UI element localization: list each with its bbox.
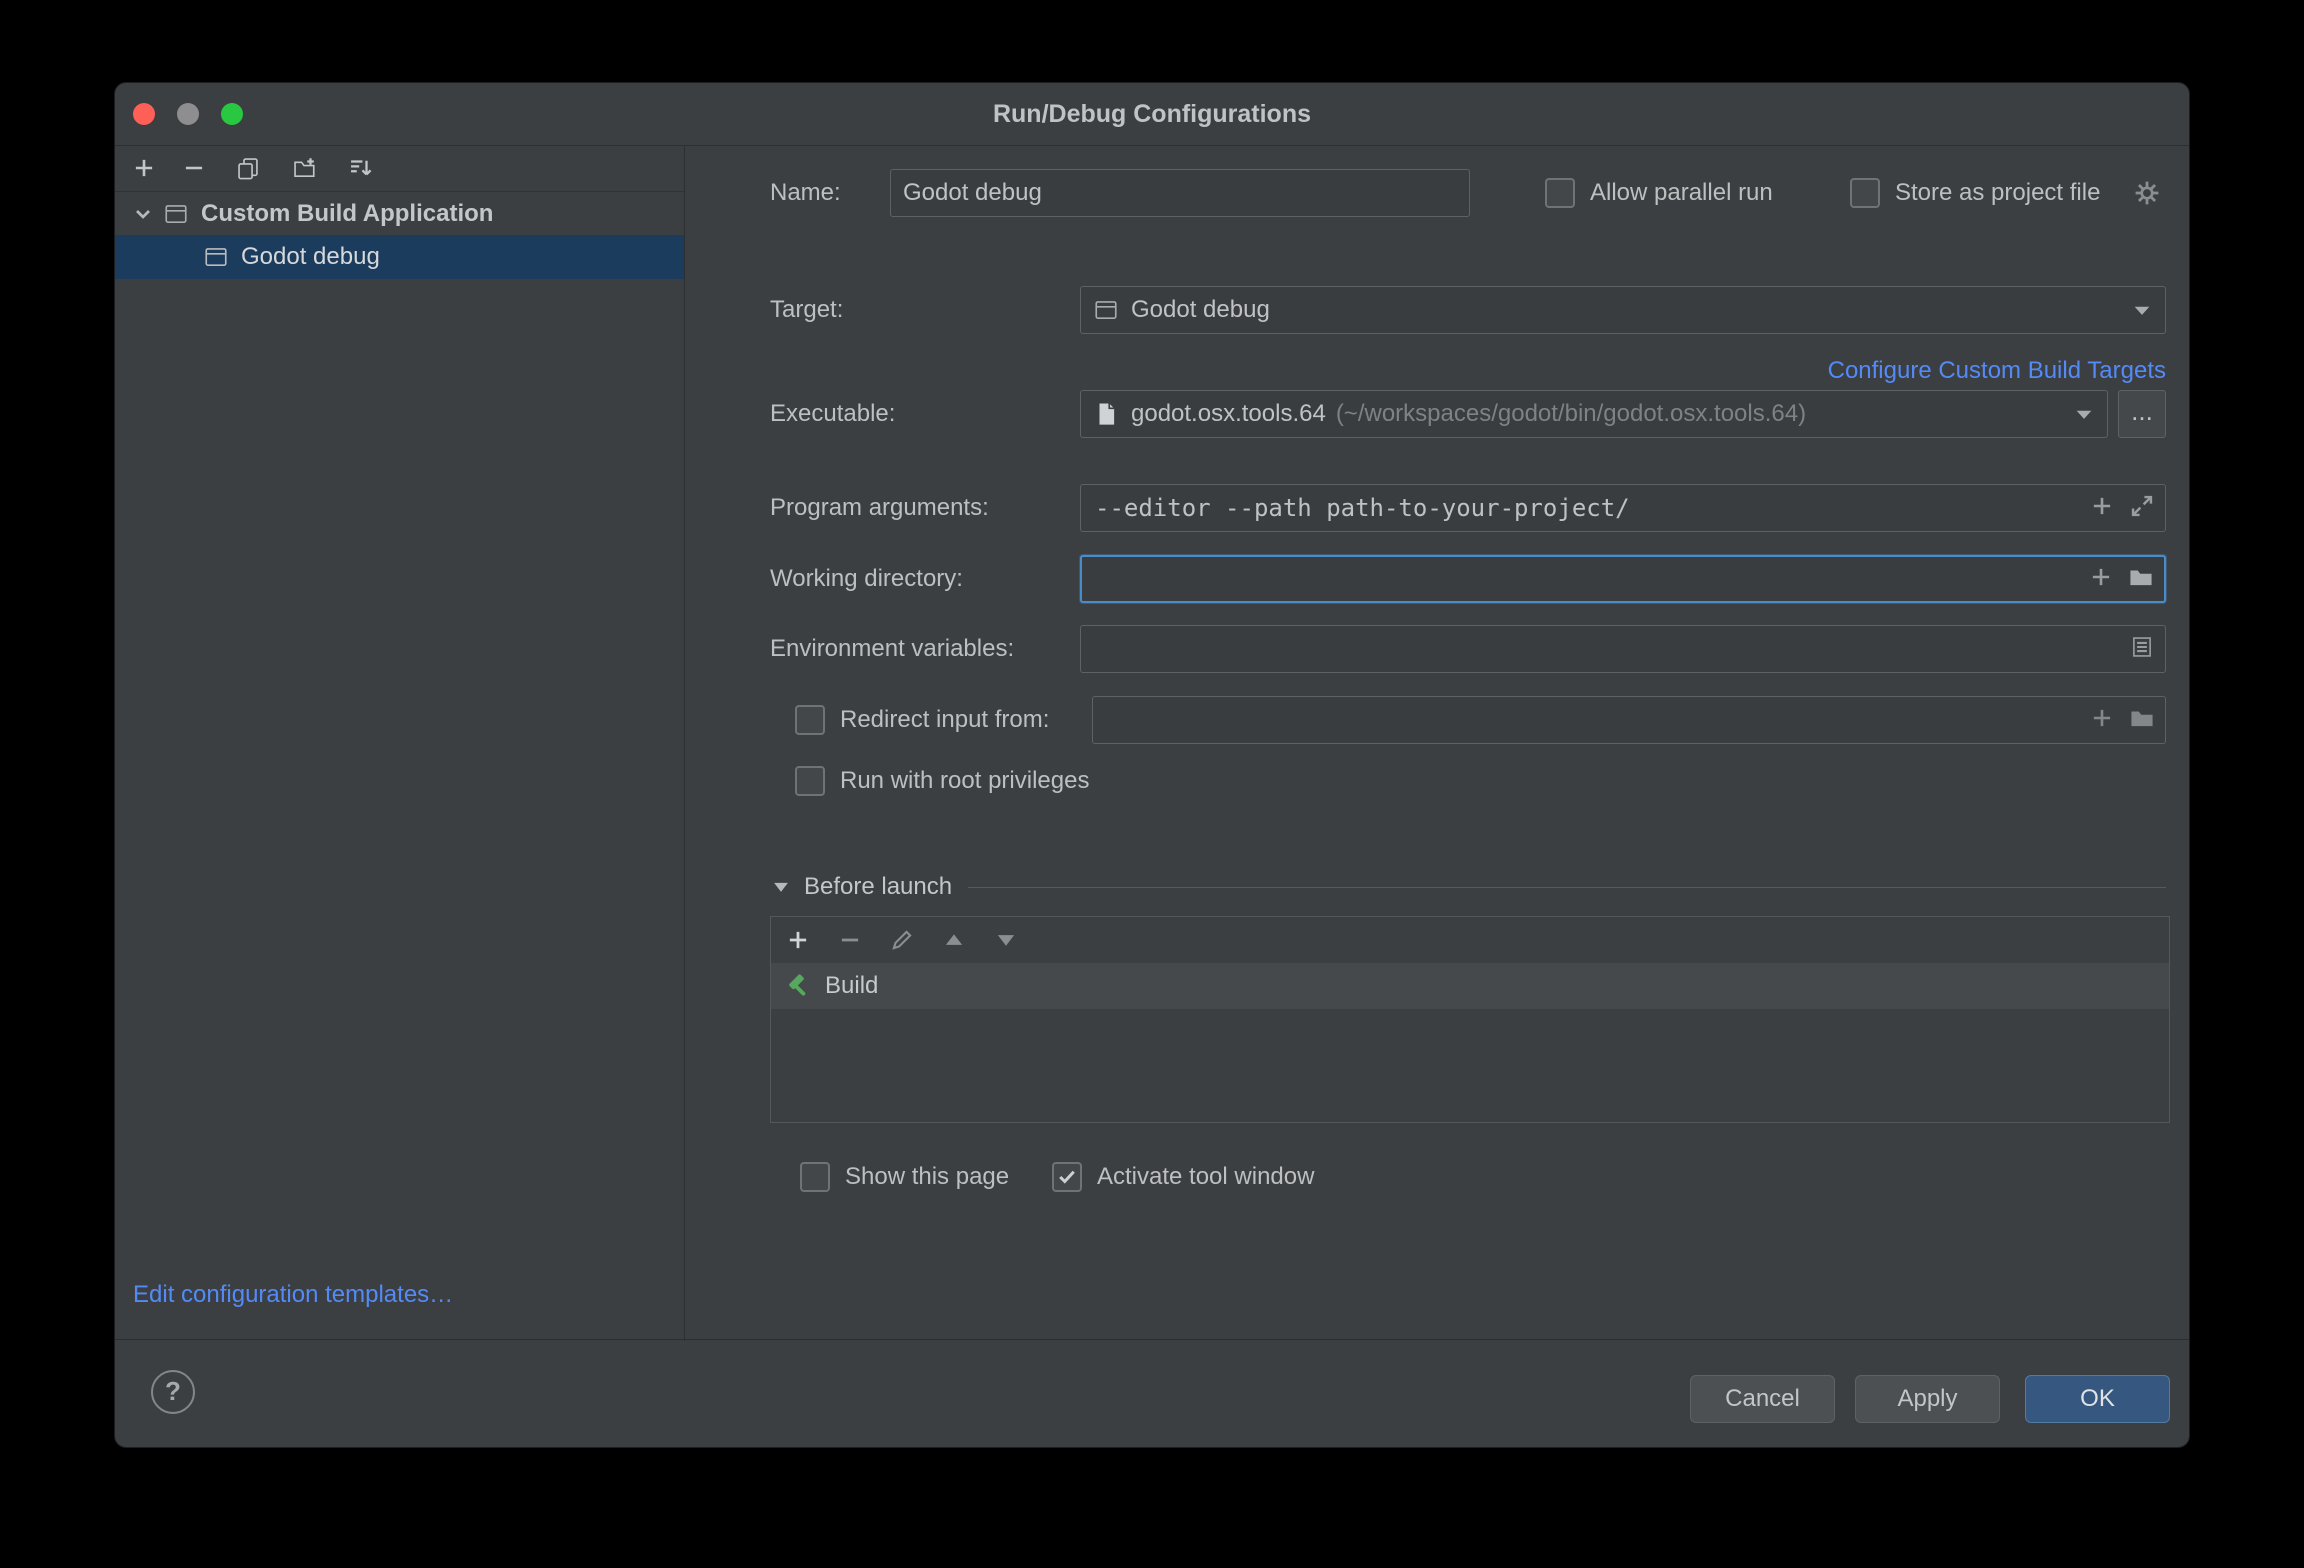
environment-variables-field[interactable]: [1080, 625, 2166, 673]
show-this-page-checkbox[interactable]: [800, 1162, 830, 1192]
before-launch-panel: Build: [770, 916, 2170, 1123]
store-as-project-file-label: Store as project file: [1895, 169, 2100, 217]
edit-configuration-templates-link[interactable]: Edit configuration templates…: [133, 1281, 453, 1309]
copy-configuration-button[interactable]: [235, 155, 261, 181]
add-icon[interactable]: [2089, 493, 2115, 524]
executable-dropdown[interactable]: godot.osx.tools.64 (~/workspaces/godot/b…: [1080, 390, 2108, 438]
dialog-footer: ? Cancel Apply OK: [115, 1339, 2189, 1447]
screen: Run/Debug Configurations: [0, 0, 2304, 1568]
redirect-input-checkbox[interactable]: [795, 705, 825, 735]
run-debug-configurations-dialog: Run/Debug Configurations: [114, 82, 2190, 1448]
redirect-input-label: Redirect input from:: [840, 696, 1049, 744]
before-launch-toolbar: [771, 917, 2169, 964]
expand-icon[interactable]: [2129, 493, 2155, 524]
working-directory-input[interactable]: [1082, 565, 2164, 593]
help-button[interactable]: ?: [151, 1370, 195, 1414]
file-icon: [1093, 401, 1119, 427]
folder-icon[interactable]: [2128, 564, 2154, 595]
remove-configuration-button[interactable]: [181, 155, 207, 181]
name-field[interactable]: [890, 169, 1470, 217]
move-down-button[interactable]: [993, 927, 1019, 953]
window-title: Run/Debug Configurations: [115, 83, 2189, 145]
create-folder-button[interactable]: [291, 155, 317, 181]
add-configuration-button[interactable]: [131, 155, 157, 181]
environment-variables-label: Environment variables:: [770, 625, 1014, 673]
program-arguments-field[interactable]: --editor --path path-to-your-project/: [1080, 484, 2166, 532]
executable-path: (~/workspaces/godot/bin/godot.osx.tools.…: [1336, 400, 1806, 428]
chevron-down-icon: [2129, 297, 2155, 323]
add-task-button[interactable]: [785, 927, 811, 953]
tree-group-custom-build-application[interactable]: Custom Build Application: [115, 193, 684, 235]
activate-tool-window-label: Activate tool window: [1097, 1153, 1314, 1201]
configuration-form: Name: Allow parallel run Store as projec…: [685, 145, 2190, 1341]
application-icon: [203, 244, 229, 270]
root-privileges-label: Run with root privileges: [840, 757, 1089, 805]
tree-group-label: Custom Build Application: [201, 193, 493, 235]
before-launch-title: Before launch: [804, 873, 952, 901]
name-label: Name:: [770, 169, 841, 217]
sort-configurations-button[interactable]: [347, 155, 373, 181]
program-arguments-value: --editor --path path-to-your-project/: [1081, 494, 1630, 522]
configure-custom-build-targets-link[interactable]: Configure Custom Build Targets: [1828, 357, 2166, 385]
edit-task-button[interactable]: [889, 927, 915, 953]
allow-parallel-run-label: Allow parallel run: [1590, 169, 1773, 217]
environment-variables-input[interactable]: [1081, 635, 2165, 663]
before-launch-task-build[interactable]: Build: [771, 963, 2169, 1009]
folder-icon[interactable]: [2129, 705, 2155, 736]
allow-parallel-run-checkbox[interactable]: [1545, 178, 1575, 208]
chevron-down-icon[interactable]: [131, 202, 155, 226]
cancel-button[interactable]: Cancel: [1690, 1375, 1835, 1423]
gear-icon[interactable]: [2133, 179, 2161, 207]
redirect-input-input[interactable]: [1093, 706, 2165, 734]
activate-tool-window-checkbox[interactable]: [1052, 1162, 1082, 1192]
target-value: Godot debug: [1131, 296, 1270, 324]
remove-task-button[interactable]: [837, 927, 863, 953]
before-launch-header[interactable]: Before launch: [770, 869, 2166, 905]
chevron-down-icon: [2071, 401, 2097, 427]
add-icon[interactable]: [2089, 705, 2115, 736]
working-directory-label: Working directory:: [770, 555, 963, 603]
check-icon: [1055, 1165, 1079, 1189]
name-input[interactable]: [891, 179, 1469, 207]
target-label: Target:: [770, 286, 843, 334]
browse-executable-button[interactable]: ...: [2118, 390, 2166, 438]
program-arguments-label: Program arguments:: [770, 484, 989, 532]
working-directory-field[interactable]: [1080, 555, 2166, 603]
titlebar: Run/Debug Configurations: [115, 83, 2189, 146]
target-dropdown[interactable]: Godot debug: [1080, 286, 2166, 334]
ok-button[interactable]: OK: [2025, 1375, 2170, 1423]
tree-item-godot-debug[interactable]: Godot debug: [115, 235, 684, 279]
collapse-triangle-icon[interactable]: [770, 876, 792, 898]
section-divider: [968, 887, 2166, 888]
sidebar-toolbar: [115, 145, 684, 192]
application-icon: [1093, 297, 1119, 323]
executable-label: Executable:: [770, 390, 895, 438]
executable-value: godot.osx.tools.64: [1131, 400, 1326, 428]
move-up-button[interactable]: [941, 927, 967, 953]
root-privileges-checkbox[interactable]: [795, 766, 825, 796]
task-label: Build: [825, 972, 878, 1000]
application-icon: [163, 201, 189, 227]
store-as-project-file-checkbox[interactable]: [1850, 178, 1880, 208]
browse-variables-icon[interactable]: [2129, 634, 2155, 665]
configurations-sidebar: Custom Build Application Godot debug Edi…: [115, 145, 685, 1341]
tree-item-label: Godot debug: [241, 235, 380, 279]
show-this-page-label: Show this page: [845, 1153, 1009, 1201]
add-icon[interactable]: [2088, 564, 2114, 595]
build-hammer-icon: [785, 972, 813, 1000]
redirect-input-field[interactable]: [1092, 696, 2166, 744]
apply-button[interactable]: Apply: [1855, 1375, 2000, 1423]
